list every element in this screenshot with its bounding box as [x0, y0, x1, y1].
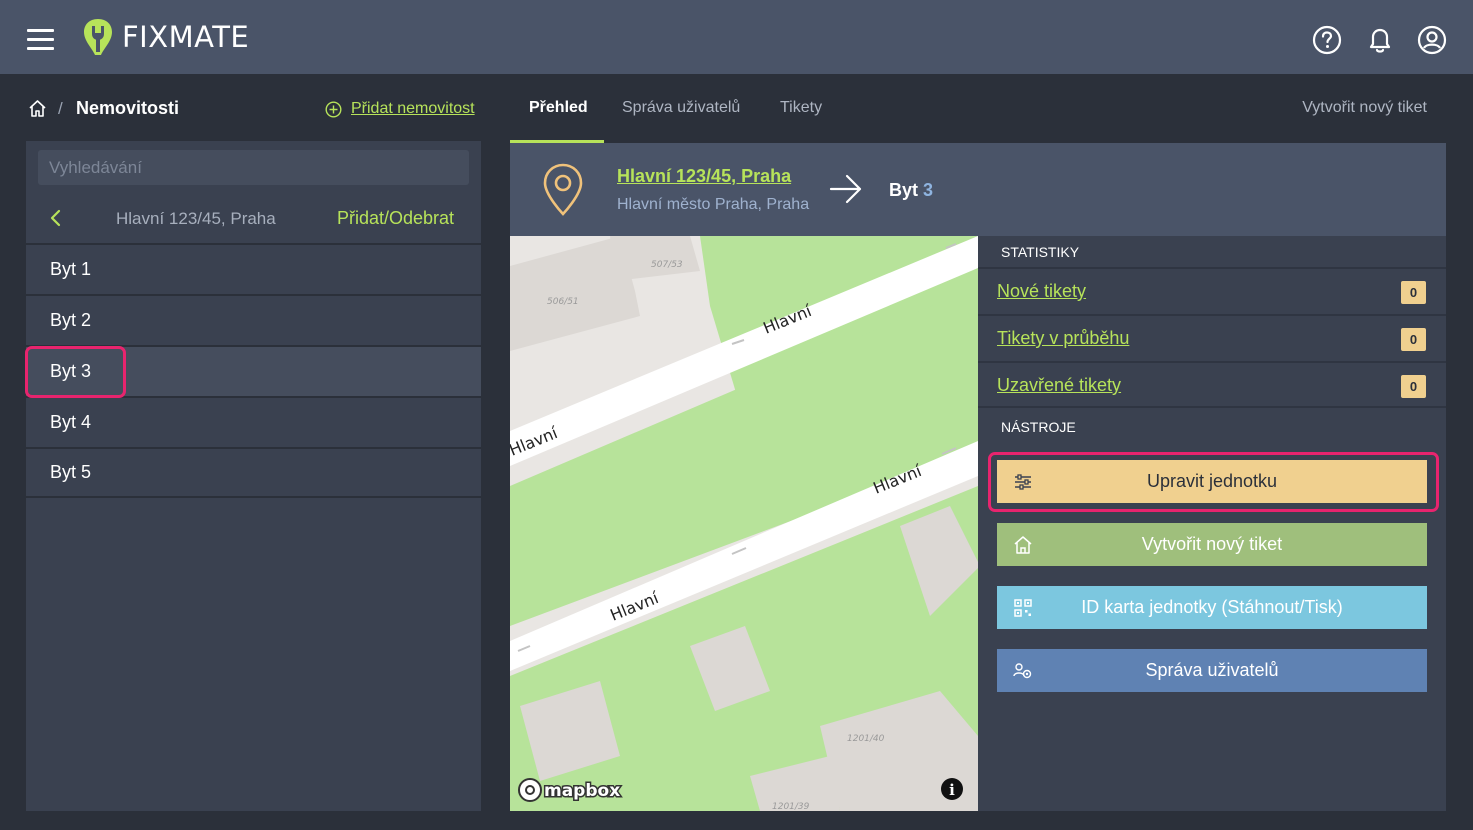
stats-heading: STATISTIKY	[1001, 244, 1080, 260]
search-input[interactable]	[38, 150, 469, 185]
unit-item-1[interactable]: Byt 1	[26, 243, 481, 294]
breadcrumb-separator: /	[58, 99, 63, 118]
unit-list: Byt 1 Byt 2 Byt 3 Byt 4 Byt 5	[26, 243, 481, 498]
unit-label: Byt 1	[50, 259, 92, 279]
in-progress-tickets-link[interactable]: Tikety v průběhu	[997, 328, 1129, 349]
property-map[interactable]: Hlavní Hlavní Hlavní Hlavní 507/53 506/5…	[510, 236, 978, 811]
tab-tickets[interactable]: Tikety	[780, 99, 822, 117]
closed-tickets-link[interactable]: Uzavřené tikety	[997, 375, 1121, 396]
help-icon[interactable]	[1312, 25, 1342, 55]
location-pin-icon	[543, 163, 583, 216]
header-unit-prefix: Byt	[889, 180, 919, 200]
tools-heading: NÁSTROJE	[1001, 419, 1076, 435]
logo[interactable]: FIXMATE	[82, 17, 249, 57]
create-ticket-label: Vytvořit nový tiket	[1141, 534, 1283, 554]
property-panel: Hlavní 123/45, Praha Přidat/Odebrat Byt …	[26, 141, 481, 811]
logo-icon	[84, 19, 112, 55]
breadcrumb-current: Nemovitosti	[76, 98, 180, 118]
edit-unit-button[interactable]: Upravit jednotku	[997, 460, 1427, 503]
house-number: 506/51	[547, 297, 579, 307]
users-gear-icon	[1013, 663, 1032, 679]
unit-label: Byt 4	[50, 412, 92, 432]
user-management-button[interactable]: Správa uživatelů	[997, 649, 1427, 692]
unit-label: Byt 2	[50, 310, 92, 330]
count-badge: 0	[1401, 375, 1426, 398]
header-address-link[interactable]: Hlavní 123/45, Praha	[617, 166, 791, 187]
create-ticket-button[interactable]: Vytvořit nový tiket	[997, 523, 1427, 566]
user-icon[interactable]	[1417, 25, 1447, 55]
mapbox-logo[interactable]: mapbox	[518, 778, 622, 803]
new-tickets-link[interactable]: Nové tikety	[997, 281, 1086, 302]
user-management-label: Správa uživatelů	[1145, 660, 1279, 680]
unit-label: Byt 5	[50, 462, 92, 482]
arrow-right-icon	[829, 174, 862, 204]
tab-user-management[interactable]: Správa uživatelů	[622, 99, 740, 117]
stat-row-closed: Uzavřené tikety 0	[978, 361, 1446, 408]
unit-item-3[interactable]: Byt 3	[26, 345, 481, 396]
menu-icon[interactable]	[27, 29, 54, 51]
svg-text:mapbox: mapbox	[544, 781, 620, 801]
property-address: Hlavní 123/45, Praha	[116, 209, 276, 228]
qr-code-icon	[1014, 599, 1032, 617]
create-ticket-link[interactable]: Vytvořit nový tiket	[1302, 99, 1427, 117]
sliders-icon	[1015, 474, 1031, 490]
stat-row-new: Nové tikety 0	[978, 267, 1446, 314]
house-number: 1201/39	[772, 802, 810, 811]
unit-item-2[interactable]: Byt 2	[26, 294, 481, 345]
tab-overview[interactable]: Přehled	[529, 99, 588, 117]
header-city: Hlavní město Praha, Praha	[617, 196, 810, 213]
map-canvas: Hlavní Hlavní Hlavní Hlavní 507/53 506/5…	[510, 236, 978, 811]
count-badge: 0	[1401, 328, 1426, 351]
chevron-left-icon[interactable]	[48, 208, 62, 228]
top-bar: FIXMATE	[0, 0, 1473, 74]
count-badge: 0	[1401, 281, 1426, 304]
unit-label: Byt 3	[50, 361, 92, 381]
unit-item-5[interactable]: Byt 5	[26, 447, 481, 498]
unit-item-4[interactable]: Byt 4	[26, 396, 481, 447]
header-unit-number: 3	[923, 180, 934, 200]
id-card-button[interactable]: ID karta jednotky (Stáhnout/Tisk)	[997, 586, 1427, 629]
house-number: 507/53	[651, 260, 683, 270]
svg-text:i: i	[949, 781, 955, 799]
unit-sidebar: STATISTIKY Nové tikety 0 Tikety v průběh…	[978, 236, 1446, 811]
logo-text: FIXMATE	[122, 20, 250, 54]
plus-circle-icon	[325, 100, 342, 118]
bell-icon[interactable]	[1365, 25, 1395, 55]
header-unit: Byt 3	[889, 180, 933, 201]
add-property-link[interactable]: Přidat nemovitost	[325, 100, 475, 118]
add-remove-button[interactable]: Přidat/Odebrat	[337, 208, 454, 229]
home-icon[interactable]	[28, 99, 47, 118]
add-property-label: Přidat nemovitost	[351, 100, 475, 117]
stat-row-progress: Tikety v průběhu 0	[978, 314, 1446, 361]
unit-header: Hlavní 123/45, Praha Hlavní město Praha,…	[510, 143, 1446, 236]
id-card-label: ID karta jednotky (Stáhnout/Tisk)	[1081, 597, 1343, 617]
house-icon	[1014, 536, 1032, 554]
house-number: 1201/40	[847, 734, 885, 744]
edit-unit-label: Upravit jednotku	[1146, 471, 1278, 491]
info-icon[interactable]: i	[941, 778, 963, 800]
